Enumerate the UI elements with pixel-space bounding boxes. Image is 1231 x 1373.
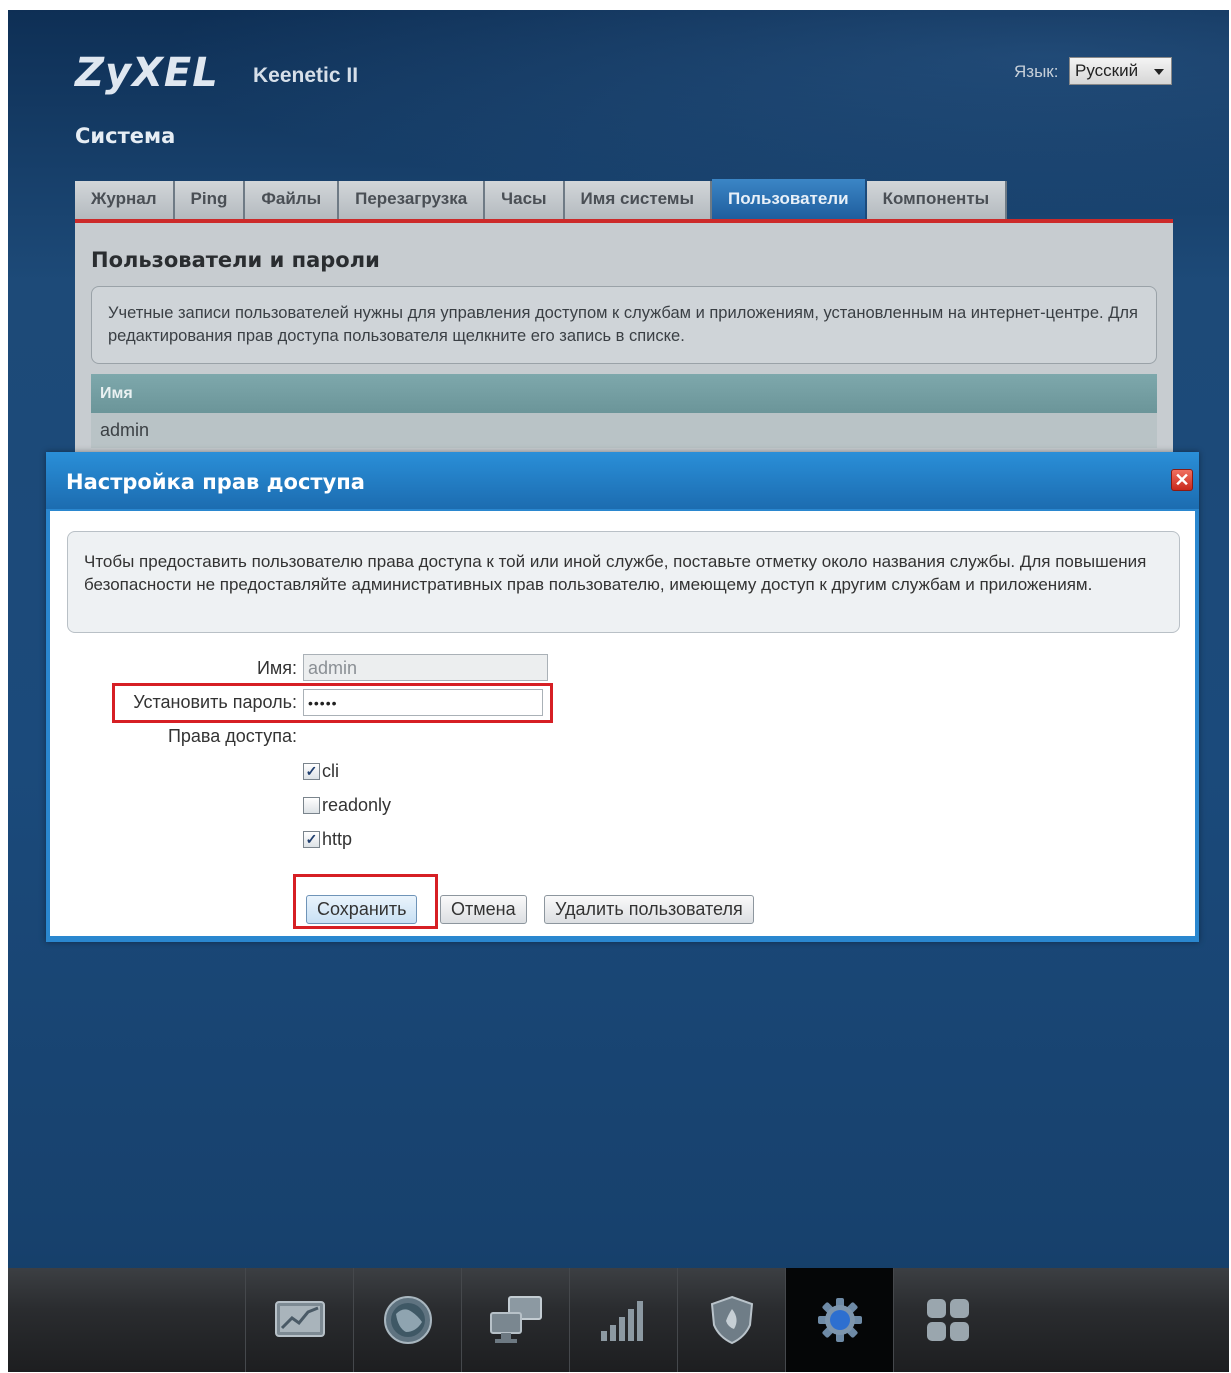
bottom-nav: [245, 1268, 1001, 1372]
delete-user-button[interactable]: Удалить пользователя: [544, 895, 754, 924]
page-title: Система: [75, 124, 176, 148]
tab-clock[interactable]: Часы: [485, 181, 565, 219]
nav-monitor[interactable]: [245, 1268, 353, 1372]
shield-icon: [710, 1295, 753, 1345]
table-header-name: Имя: [91, 374, 1157, 413]
right-readonly-label: readonly: [322, 794, 392, 815]
panel-info-text: Учетные записи пользователей нужны для у…: [91, 286, 1157, 364]
language-label: Язык:: [1014, 62, 1059, 81]
dialog-body: Чтобы предоставить пользователю права до…: [50, 511, 1195, 936]
chevron-down-icon: [1154, 69, 1164, 75]
password-field[interactable]: •••••: [303, 689, 543, 716]
save-button[interactable]: Сохранить: [306, 895, 418, 924]
bottom-nav-bar: [8, 1268, 1229, 1372]
nav-internet[interactable]: [353, 1268, 461, 1372]
access-rights-dialog: Настройка прав доступа ✕ Чтобы предостав…: [46, 452, 1199, 942]
tab-journal[interactable]: Журнал: [75, 181, 175, 219]
nav-security[interactable]: [677, 1268, 785, 1372]
model-name: Keenetic II: [253, 64, 359, 87]
dialog-title: Настройка прав доступа: [46, 452, 1199, 509]
nav-home-network[interactable]: [461, 1268, 569, 1372]
globe-icon: [383, 1296, 432, 1344]
users-panel: Пользователи и пароли Учетные записи пол…: [75, 219, 1173, 464]
tab-bar: Журнал Ping Файлы Перезагрузка Часы Имя …: [75, 179, 1008, 219]
nav-wifi[interactable]: [569, 1268, 677, 1372]
tab-users[interactable]: Пользователи: [712, 179, 867, 219]
right-cli-label: cli: [322, 760, 339, 781]
right-cli[interactable]: ✓ cli: [303, 760, 339, 782]
password-label: Установить пароль:: [133, 692, 297, 712]
right-readonly[interactable]: readonly: [303, 794, 391, 816]
zyxel-logo: ZyXEL: [75, 50, 219, 96]
chart-monitor-icon: [274, 1301, 325, 1337]
name-field: admin: [303, 654, 548, 681]
signal-bars-icon: [600, 1301, 643, 1341]
access-rights-label: Права доступа:: [167, 726, 297, 746]
users-table: Имя admin: [91, 374, 1157, 448]
tab-components[interactable]: Компоненты: [866, 181, 1008, 219]
language-value: Русский: [1075, 61, 1139, 80]
cancel-button[interactable]: Отмена: [440, 895, 527, 924]
nav-system[interactable]: [785, 1268, 893, 1372]
name-label: Имя:: [256, 658, 297, 678]
network-computers-icon: [489, 1296, 542, 1343]
dialog-info-text: Чтобы предоставить пользователю права до…: [67, 531, 1180, 633]
router-web-ui: ZyXEL Keenetic II Язык: Русский Система …: [8, 10, 1229, 1372]
tab-files[interactable]: Файлы: [245, 181, 340, 219]
gear-icon: [817, 1298, 862, 1342]
right-http[interactable]: ✓ http: [303, 828, 352, 850]
checkbox-readonly-unchecked[interactable]: [303, 796, 320, 814]
table-row[interactable]: admin: [91, 413, 1157, 448]
language-select[interactable]: Русский: [1069, 57, 1172, 85]
panel-title: Пользователи и пароли: [91, 248, 380, 272]
right-http-label: http: [322, 828, 353, 849]
tab-system-name[interactable]: Имя системы: [564, 181, 712, 219]
checkbox-cli-checked[interactable]: ✓: [303, 762, 320, 780]
tab-reboot[interactable]: Перезагрузка: [339, 181, 486, 219]
close-icon[interactable]: ✕: [1171, 469, 1193, 491]
tab-ping[interactable]: Ping: [174, 181, 246, 219]
nav-apps[interactable]: [893, 1268, 1001, 1372]
checkbox-http-checked[interactable]: ✓: [303, 830, 320, 848]
apps-grid-icon: [926, 1299, 969, 1341]
